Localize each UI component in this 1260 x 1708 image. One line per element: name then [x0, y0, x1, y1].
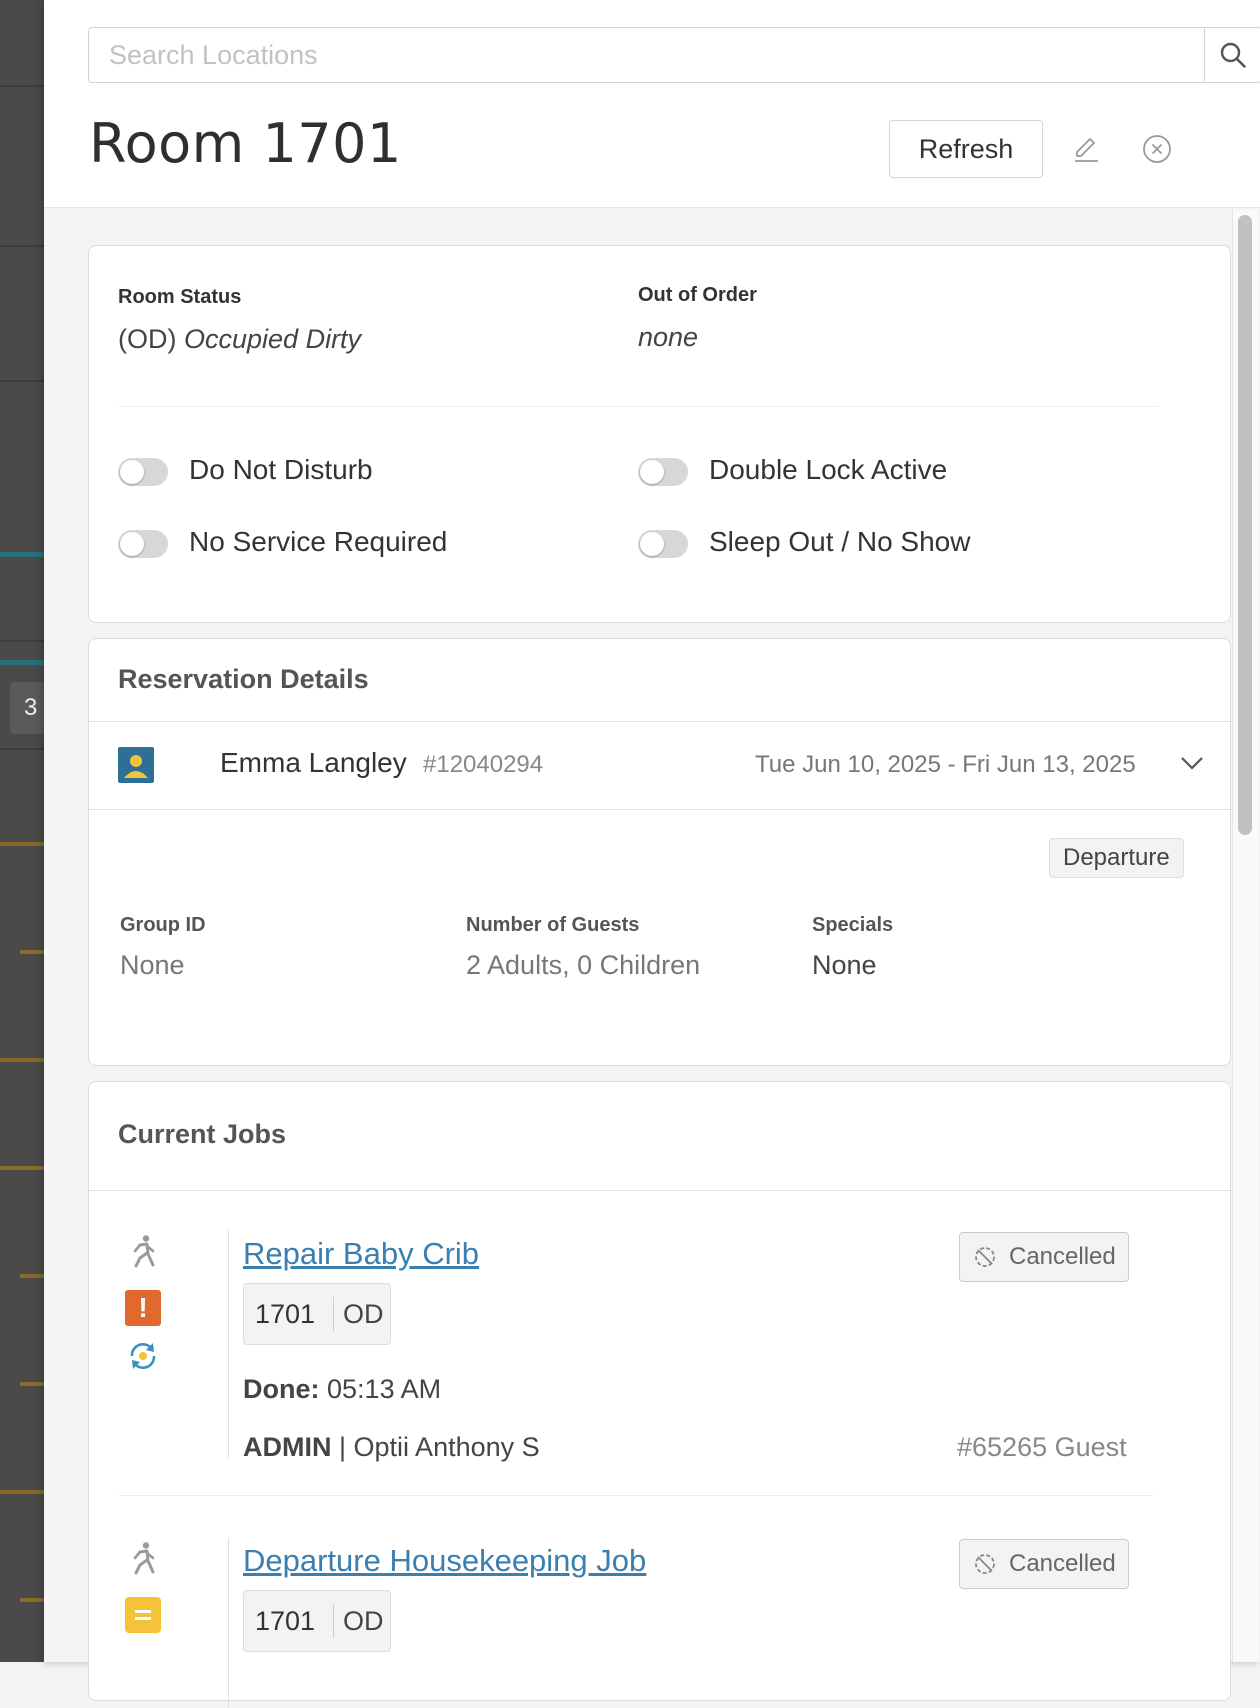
room-status-code: OD [343, 1606, 384, 1636]
department: ADMIN [243, 1432, 332, 1462]
room-chip: 1701 OD [243, 1590, 391, 1652]
divider [89, 721, 1230, 722]
reservation-dates: Tue Jun 10, 2025 - Fri Jun 13, 2025 [755, 751, 1136, 778]
out-of-order-label: Out of Order [638, 284, 757, 306]
status-text: Cancelled [1009, 1550, 1116, 1577]
job-assignment: ADMIN | Optii Anthony S [243, 1432, 540, 1463]
guests-label: Number of Guests [466, 914, 640, 936]
out-of-order-value: none [638, 322, 699, 352]
toggle-label: No Service Required [189, 526, 448, 557]
room-status-code: OD [343, 1299, 384, 1329]
toggle-label: Double Lock Active [709, 454, 948, 485]
walking-person-icon [125, 1233, 161, 1269]
room-drawer: Room 1701 Refresh Room Status (OD) Occup… [44, 0, 1260, 1708]
scrollbar-thumb[interactable] [1238, 215, 1252, 835]
divider [118, 406, 1158, 407]
current-jobs-title: Current Jobs [118, 1119, 287, 1149]
room-status-value: (OD) Occupied Dirty [118, 324, 361, 355]
group-id-value: None [120, 950, 185, 980]
status-badge: Cancelled [959, 1539, 1129, 1589]
room-status-code: (OD) [118, 324, 177, 354]
recurring-icon [125, 1338, 161, 1374]
room-number: 1701 [255, 1606, 316, 1636]
search-input[interactable] [89, 28, 1205, 82]
done-value: 05:13 AM [327, 1374, 442, 1404]
search-icon [1220, 42, 1246, 68]
toggle-double-lock[interactable] [638, 458, 688, 486]
divider [89, 809, 1230, 810]
medium-priority-icon [125, 1597, 161, 1633]
group-id-label: Group ID [120, 914, 206, 936]
job-divider [228, 1538, 229, 1708]
search-button[interactable] [1204, 28, 1260, 82]
job-title-link[interactable]: Departure Housekeeping Job [243, 1543, 646, 1579]
toggle-no-service-required[interactable] [118, 530, 168, 558]
divider [89, 1190, 1230, 1191]
room-number: 1701 [255, 1299, 316, 1329]
toggle-sleep-out[interactable] [638, 530, 688, 558]
job-divider [228, 1230, 229, 1458]
refresh-button[interactable]: Refresh [889, 120, 1043, 178]
room-status-card: Room Status (OD) Occupied Dirty Out of O… [88, 245, 1231, 623]
guest-name: Emma Langley [220, 747, 407, 778]
guest-icon [118, 747, 154, 783]
specials-label: Specials [812, 914, 894, 936]
search-box [88, 27, 1260, 83]
reservation-title: Reservation Details [118, 664, 369, 694]
reservation-card: Reservation Details Emma Langley #120402… [88, 638, 1231, 1066]
assignee: | Optii Anthony S [339, 1432, 540, 1462]
current-jobs-card: Current Jobs ! Repair Baby Crib 1701 OD … [88, 1081, 1231, 1708]
close-circle-icon[interactable] [1141, 133, 1173, 165]
chevron-down-icon[interactable] [1179, 753, 1205, 773]
background-app: 3 [0, 0, 44, 1662]
background-badge: 3 [10, 682, 44, 734]
status-badge: Cancelled [959, 1232, 1129, 1282]
page-title: Room 1701 [89, 112, 402, 175]
guests-value: 2 Adults, 0 Children [466, 950, 701, 980]
done-time: Done: 05:13 AM [243, 1374, 441, 1405]
toggle-do-not-disturb[interactable] [118, 458, 168, 486]
divider [119, 1495, 1153, 1496]
cancelled-icon [975, 1247, 995, 1267]
room-status-label: Room Status [118, 286, 242, 308]
toggle-label: Do Not Disturb [189, 454, 373, 485]
drawer-header: Room 1701 Refresh [44, 0, 1260, 208]
departure-badge: Departure [1049, 838, 1184, 878]
cancelled-icon [975, 1554, 995, 1574]
room-status-text: Occupied Dirty [184, 324, 362, 354]
room-chip: 1701 OD [243, 1283, 391, 1345]
job-id: #65265 Guest [957, 1432, 1127, 1462]
reservation-number: #12040294 [423, 751, 544, 778]
high-priority-icon: ! [125, 1290, 161, 1326]
specials-value: None [812, 950, 877, 980]
status-text: Cancelled [1009, 1243, 1116, 1270]
pencil-icon[interactable] [1070, 133, 1102, 165]
toggle-label: Sleep Out / No Show [709, 526, 971, 557]
walking-person-icon [125, 1540, 161, 1576]
done-label: Done: [243, 1374, 320, 1404]
job-title-link[interactable]: Repair Baby Crib [243, 1236, 479, 1272]
